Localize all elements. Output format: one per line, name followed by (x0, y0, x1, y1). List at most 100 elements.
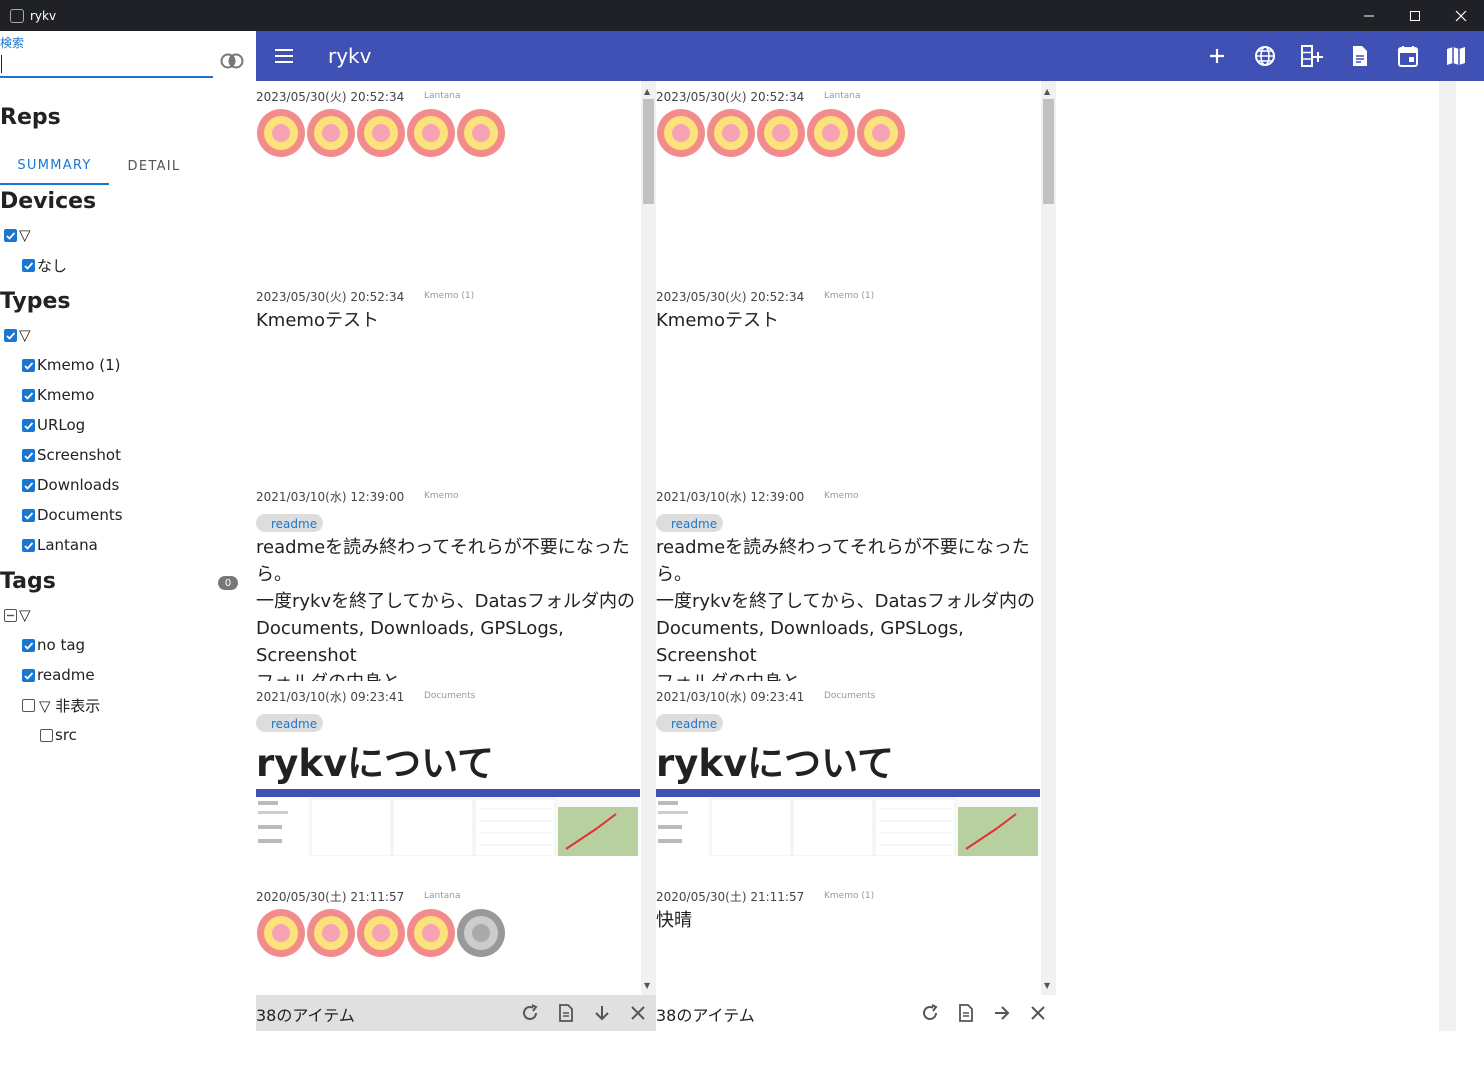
search-input[interactable] (0, 50, 213, 78)
calendar-icon[interactable] (1396, 44, 1420, 68)
list-item[interactable]: 2021/03/10(水) 12:39:00 Kmemo readme read… (256, 481, 640, 681)
tags-all-label: ▽ (19, 606, 31, 624)
text-line: 一度rykvを終了してから、Datasフォルダ内の (656, 591, 1035, 612)
checkbox-indeterminate-icon (4, 608, 17, 622)
kmemo-text: readmeを読み終わってそれらが不要になった ら。 一度rykvを終了してから… (656, 534, 1040, 681)
scroll-down-icon[interactable]: ▼ (644, 981, 650, 990)
add-icon[interactable] (1205, 44, 1229, 68)
rep-column-1: 2023/05/30(火) 20:52:34 Lantana 2023/05/3… (256, 81, 656, 1031)
scroll-up-icon[interactable]: ▲ (644, 87, 650, 96)
tab-detail[interactable]: DETAIL (109, 147, 199, 185)
scrollbar-thumb[interactable] (1043, 99, 1054, 204)
scrollbar[interactable] (641, 81, 656, 995)
type-label: Documents (37, 506, 123, 524)
type-kmemo-checkbox[interactable]: Kmemo (22, 385, 94, 405)
globe-icon[interactable] (1253, 44, 1277, 68)
list-item[interactable]: 2020/05/30(土) 21:11:57 Lantana (256, 881, 640, 1081)
search-label: 検索 (0, 36, 25, 50)
lantana-flower-icon (757, 109, 805, 157)
arrow-right-icon[interactable] (992, 1003, 1012, 1023)
text-line: readmeを読み終わってそれらが不要になった (256, 537, 630, 558)
reps-heading: Reps (0, 105, 61, 130)
tag-readme-checkbox[interactable]: readme (22, 665, 95, 685)
type-lantana-checkbox[interactable]: Lantana (22, 535, 98, 555)
devices-all-checkbox[interactable]: ▽ (4, 225, 31, 245)
type-downloads-checkbox[interactable]: Downloads (22, 475, 119, 495)
item-date: 2023/05/30(火) 20:52:34 (256, 290, 405, 304)
list-item[interactable]: 2023/05/30(火) 20:52:34 Kmemo (1) Kmemoテス… (256, 281, 640, 481)
minimize-button[interactable] (1346, 0, 1392, 31)
outer-scrollbar[interactable] (1439, 81, 1456, 1031)
item-type: Kmemo (1) (824, 291, 875, 301)
list-item[interactable]: 2023/05/30(火) 20:52:34 Lantana (256, 81, 640, 281)
list-item[interactable]: 2021/03/10(水) 09:23:41 Documents readme … (256, 681, 640, 881)
tag-chip[interactable]: readme (656, 714, 724, 732)
add-column-icon[interactable] (1300, 44, 1324, 68)
type-kmemo1-checkbox[interactable]: Kmemo (1) (22, 355, 120, 375)
item-date: 2023/05/30(火) 20:52:34 (256, 90, 405, 104)
list-item[interactable]: 2023/05/30(火) 20:52:34 Kmemo (1) Kmemoテス… (656, 281, 1040, 481)
scrollbar-thumb[interactable] (643, 99, 654, 204)
close-window-button[interactable] (1438, 0, 1484, 31)
maximize-button[interactable] (1392, 0, 1438, 31)
item-date: 2021/03/10(水) 09:23:41 (256, 690, 405, 704)
lantana-flower-icon (407, 109, 455, 157)
refresh-icon[interactable] (520, 1003, 540, 1023)
type-documents-checkbox[interactable]: Documents (22, 505, 123, 525)
document-heading: rykvについて (656, 742, 894, 785)
item-date: 2020/05/30(土) 21:11:57 (256, 890, 405, 904)
close-column-icon[interactable] (628, 1003, 648, 1023)
close-column-icon[interactable] (1028, 1003, 1048, 1023)
text-line: ら。 (256, 564, 292, 585)
tag-chip[interactable]: readme (656, 514, 724, 532)
type-urlog-checkbox[interactable]: URLog (22, 415, 85, 435)
column-footer: 38のアイテム (256, 995, 656, 1031)
item-date: 2021/03/10(水) 12:39:00 (656, 490, 805, 504)
item-count: 38のアイテム (256, 1006, 355, 1025)
column-footer: 38のアイテム (656, 995, 1056, 1031)
type-screenshot-checkbox[interactable]: Screenshot (22, 445, 121, 465)
list-item[interactable]: 2021/03/10(水) 09:23:41 Documents readme … (656, 681, 1040, 881)
search-mode-toggle-icon[interactable] (220, 53, 244, 69)
tag-src-checkbox[interactable]: src (40, 725, 77, 745)
checkbox-unchecked-icon (40, 728, 53, 742)
item-date: 2020/05/30(土) 21:11:57 (656, 890, 805, 904)
tags-heading: Tags (0, 569, 56, 594)
menu-icon[interactable] (274, 46, 296, 66)
device-none-checkbox[interactable]: なし (22, 255, 67, 275)
checkbox-checked-icon (22, 478, 35, 492)
types-all-checkbox[interactable]: ▽ (4, 325, 31, 345)
item-count: 38のアイテム (656, 1006, 755, 1025)
item-type: Lantana (424, 91, 461, 101)
checkbox-checked-icon (22, 388, 35, 402)
tag-notag-checkbox[interactable]: no tag (22, 635, 85, 655)
list-item[interactable]: 2021/03/10(水) 12:39:00 Kmemo readme read… (656, 481, 1040, 681)
document-icon[interactable] (956, 1003, 976, 1023)
tag-chip[interactable]: readme (256, 714, 324, 732)
checkbox-checked-icon (22, 258, 35, 272)
tag-chip[interactable]: readme (256, 514, 324, 532)
scrollbar[interactable] (1041, 81, 1056, 995)
screenshot-thumbnail (656, 789, 1040, 856)
item-date: 2021/03/10(水) 12:39:00 (256, 490, 405, 504)
types-heading: Types (0, 289, 71, 314)
tab-summary[interactable]: SUMMARY (0, 147, 109, 185)
scroll-up-icon[interactable]: ▲ (1044, 87, 1050, 96)
arrow-down-icon[interactable] (592, 1003, 612, 1023)
window-titlebar: rykv (0, 0, 1484, 31)
lantana-flower-icon (657, 109, 705, 157)
refresh-icon[interactable] (920, 1003, 940, 1023)
tags-count-badge: 0 (218, 576, 238, 590)
lantana-flower-icon (807, 109, 855, 157)
text-line: readmeを読み終わってそれらが不要になった (656, 537, 1030, 558)
document-icon[interactable] (1348, 44, 1372, 68)
scroll-down-icon[interactable]: ▼ (1044, 981, 1050, 990)
document-icon[interactable] (556, 1003, 576, 1023)
tags-all-checkbox[interactable]: ▽ (4, 605, 31, 625)
list-item[interactable]: 2020/05/30(土) 21:11:57 Kmemo (1) 快晴 (656, 881, 1040, 1081)
tag-hidden-group-checkbox[interactable]: ▽ 非表示 (22, 695, 100, 715)
item-date: 2023/05/30(火) 20:52:34 (656, 290, 805, 304)
list-item[interactable]: 2023/05/30(火) 20:52:34 Lantana (656, 81, 1040, 281)
checkbox-checked-icon (22, 418, 35, 432)
map-icon[interactable] (1444, 44, 1468, 68)
